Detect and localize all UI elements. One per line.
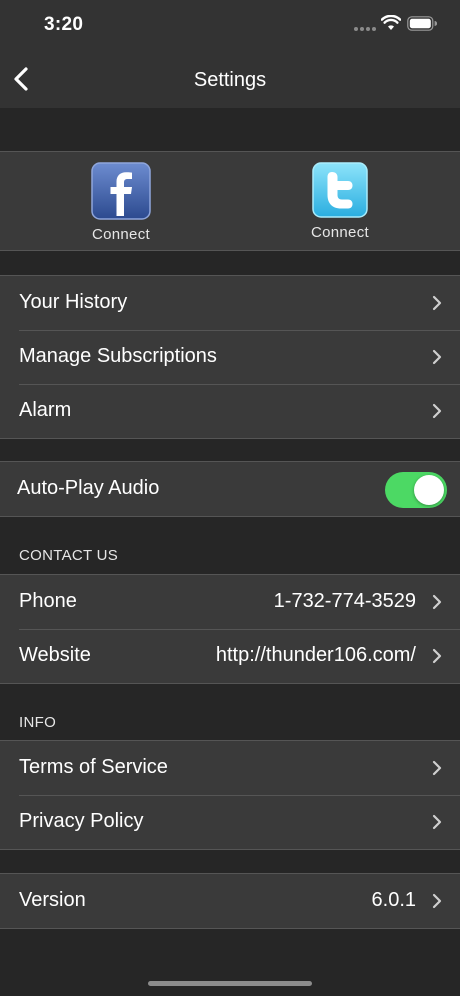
chevron-right-icon xyxy=(432,760,442,776)
row-label: Phone xyxy=(19,590,77,612)
your-history-row[interactable]: Your History xyxy=(0,276,460,330)
cellular-signal-icon xyxy=(354,27,376,31)
info-section: Terms of Service Privacy Policy xyxy=(0,740,460,850)
twitter-connect-label: Connect xyxy=(311,224,369,241)
social-connect-section: Connect Connect xyxy=(0,151,460,251)
chevron-right-icon xyxy=(432,814,442,830)
alarm-row[interactable]: Alarm xyxy=(0,384,460,438)
row-label: Alarm xyxy=(19,399,72,421)
auto-play-row: Auto-Play Audio xyxy=(0,462,460,516)
status-time: 3:20 xyxy=(44,14,84,35)
facebook-connect-label: Connect xyxy=(92,226,150,243)
phone-value: 1-732-774-3529 xyxy=(273,590,416,612)
row-label: Version xyxy=(19,889,86,911)
facebook-connect-button[interactable]: Connect xyxy=(81,162,161,246)
chevron-right-icon xyxy=(432,648,442,664)
version-row[interactable]: Version 6.0.1 xyxy=(0,874,460,928)
navigation-bar: Settings xyxy=(0,50,460,108)
battery-icon xyxy=(407,16,437,31)
manage-subscriptions-row[interactable]: Manage Subscriptions xyxy=(0,330,460,384)
auto-play-label: Auto-Play Audio xyxy=(17,477,160,499)
settings-screen: 3:20 Settings Connect Connect Your Histo… xyxy=(0,0,460,996)
row-label: Your History xyxy=(19,291,128,313)
phone-row[interactable]: Phone 1-732-774-3529 xyxy=(0,575,460,629)
page-title: Settings xyxy=(193,69,267,91)
row-label: Manage Subscriptions xyxy=(19,345,217,367)
facebook-logo-icon xyxy=(91,162,151,220)
home-indicator xyxy=(148,981,312,986)
twitter-connect-button[interactable]: Connect xyxy=(300,162,380,246)
privacy-policy-row[interactable]: Privacy Policy xyxy=(0,795,460,849)
account-section: Your History Manage Subscriptions Alarm xyxy=(0,275,460,439)
toggle-knob xyxy=(414,475,444,505)
contact-us-header: CONTACT US xyxy=(19,547,119,564)
terms-of-service-row[interactable]: Terms of Service xyxy=(0,741,460,795)
auto-play-section: Auto-Play Audio xyxy=(0,461,460,517)
info-header: INFO xyxy=(19,714,57,731)
auto-play-toggle[interactable] xyxy=(385,472,447,508)
status-bar: 3:20 xyxy=(0,0,460,50)
chevron-right-icon xyxy=(432,295,442,311)
contact-section: Phone 1-732-774-3529 Website http://thun… xyxy=(0,574,460,684)
chevron-right-icon xyxy=(432,893,442,909)
version-section: Version 6.0.1 xyxy=(0,873,460,929)
wifi-icon xyxy=(381,15,401,30)
chevron-right-icon xyxy=(432,594,442,610)
version-value: 6.0.1 xyxy=(371,889,416,911)
twitter-logo-icon xyxy=(312,162,368,218)
chevron-right-icon xyxy=(432,349,442,365)
website-row[interactable]: Website http://thunder106.com/ xyxy=(0,629,460,683)
row-label: Privacy Policy xyxy=(19,810,144,832)
row-label: Website xyxy=(19,644,91,666)
website-value: http://thunder106.com/ xyxy=(215,644,416,666)
chevron-right-icon xyxy=(432,403,442,419)
row-label: Terms of Service xyxy=(19,756,168,778)
